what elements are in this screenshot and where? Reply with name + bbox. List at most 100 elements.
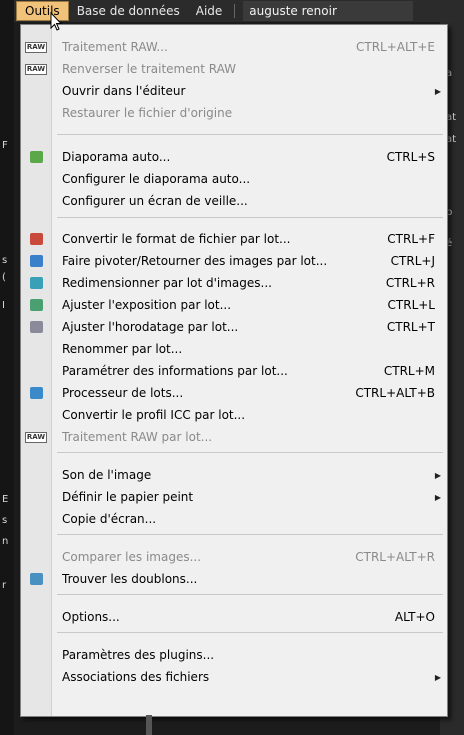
menu-item-shortcut: CTRL+F [387, 232, 435, 246]
menu-item-label: Ajuster l'exposition par lot... [62, 298, 232, 312]
menubar: Outils Base de données Aide auguste reno… [14, 0, 464, 22]
menu-item-icon-slot [21, 190, 51, 212]
raw-batch-icon: RAW [24, 431, 48, 443]
menu-item-icon-slot [21, 102, 51, 124]
bg-fragment: r [2, 580, 7, 591]
menu-item-label: Ajuster l'horodatage par lot... [62, 320, 239, 334]
menu-item[interactable]: Copie d'écran... [21, 508, 447, 530]
menu-item-icon-slot [21, 404, 51, 426]
menu-item[interactable]: Ajuster l'exposition par lot... CTRL+L [21, 294, 447, 316]
slideshow-icon [21, 146, 51, 168]
menu-separator [57, 452, 443, 453]
bg-fragment: n [2, 536, 9, 547]
menu-separator [57, 134, 443, 135]
mouse-cursor-icon [50, 12, 63, 31]
raw-revert-icon: RAW [24, 63, 48, 75]
menu-item-label: Configurer le diaporama auto... [62, 172, 251, 186]
menu-item[interactable]: Configurer un écran de veille... [21, 190, 447, 212]
menu-item[interactable]: Ouvrir dans l'éditeur ▶ [21, 80, 447, 102]
menu-separator [57, 534, 443, 535]
menu-item-label: Diaporama auto... [62, 150, 171, 164]
menu-item-icon-slot [21, 666, 51, 688]
menu-item-shortcut: ALT+O [394, 610, 435, 624]
menu-item[interactable]: Associations des fichiers ▶ [21, 666, 447, 688]
menu-item[interactable]: Paramétrer des informations par lot... CT… [21, 360, 447, 382]
menu-item-label: Ouvrir dans l'éditeur [62, 84, 186, 98]
menu-separator [57, 594, 443, 595]
exposure-icon [21, 294, 51, 316]
menu-item[interactable]: Options... ALT+O [21, 606, 447, 628]
batch-processor-icon [21, 382, 51, 404]
menu-item[interactable]: Son de l'image ▶ [21, 464, 447, 486]
submenu-arrow-icon: ▶ [434, 470, 441, 480]
search-input[interactable]: auguste renoir [243, 1, 414, 21]
raw-icon: RAW [24, 41, 48, 53]
menu-item-shortcut: CTRL+ALT+B [355, 386, 435, 400]
submenu-arrow-icon: ▶ [434, 492, 441, 502]
menu-item-label: Paramètres des plugins... [62, 648, 215, 662]
menubar-separator [234, 4, 236, 18]
menu-item-shortcut: CTRL+M [383, 364, 435, 378]
menu-item[interactable]: Restaurer le fichier d'origine [21, 102, 447, 124]
menu-item-shortcut: CTRL+L [387, 298, 435, 312]
menu-item-shortcut: CTRL+S [386, 150, 435, 164]
menu-base-de-donnees[interactable]: Base de données [69, 0, 188, 22]
menu-item-icon-slot [21, 644, 51, 666]
menu-item-label: Convertir le profil ICC par lot... [62, 408, 246, 422]
menu-item[interactable]: Diaporama auto... CTRL+S [21, 146, 447, 168]
menu-item[interactable]: Convertir le profil ICC par lot... [21, 404, 447, 426]
menu-separator [57, 217, 443, 218]
menu-item-icon-slot [21, 80, 51, 102]
bg-fragment: s [2, 255, 8, 266]
menu-item[interactable]: Ajuster l'horodatage par lot... CTRL+T [21, 316, 447, 338]
menu-aide[interactable]: Aide [188, 0, 231, 22]
menu-item-icon-slot [21, 546, 51, 568]
menu-separator [57, 632, 443, 633]
menu-item-shortcut: CTRL+J [390, 254, 435, 268]
menu-item[interactable]: Renommer par lot... [21, 338, 447, 360]
menu-item-shortcut: CTRL+ALT+R [355, 550, 435, 564]
menu-item[interactable]: Configurer le diaporama auto... [21, 168, 447, 190]
menu-item-shortcut: CTRL+ALT+E [356, 40, 435, 54]
menu-item-label: Traitement RAW... [62, 40, 168, 54]
scrollbar-fragment [146, 715, 152, 735]
menu-item-label: Renommer par lot... [62, 342, 183, 356]
menu-item[interactable]: Convertir le format de fichier par lot..… [21, 228, 447, 250]
bg-fragment: s [2, 515, 8, 526]
menu-item-label: Comparer les images... [62, 550, 202, 564]
menu-item-label: Processeur de lots... [62, 386, 184, 400]
menu-item[interactable]: RAW Traitement RAW par lot... [21, 426, 447, 448]
menu-item[interactable]: Paramètres des plugins... [21, 644, 447, 666]
menu-item[interactable]: RAW Renverser le traitement RAW [21, 58, 447, 80]
menu-item-label: Paramétrer des informations par lot... [62, 364, 288, 378]
menu-item[interactable]: Comparer les images... CTRL+ALT+R [21, 546, 447, 568]
background-left-strip: F s ( I E s n r [0, 0, 14, 735]
menu-item-label: Faire pivoter/Retourner des images par l… [62, 254, 328, 268]
timestamp-icon [21, 316, 51, 338]
menu-item-label: Copie d'écran... [62, 512, 157, 526]
menu-item-label: Renverser le traitement RAW [62, 62, 236, 76]
submenu-arrow-icon: ▶ [434, 672, 441, 682]
menu-item-icon-slot [21, 464, 51, 486]
bg-fragment: E [2, 494, 9, 505]
menu-item-icon-slot [21, 486, 51, 508]
menu-item-shortcut: CTRL+T [386, 320, 435, 334]
menu-item-label: Configurer un écran de veille... [62, 194, 248, 208]
menu-item[interactable]: Faire pivoter/Retourner des images par l… [21, 250, 447, 272]
menu-item[interactable]: Définir le papier peint ▶ [21, 486, 447, 508]
menu-item-label: Associations des fichiers [62, 670, 210, 684]
rotate-icon [21, 250, 51, 272]
resize-icon [21, 272, 51, 294]
convert-icon [21, 228, 51, 250]
menu-item-label: Traitement RAW par lot... [62, 430, 213, 444]
menu-item[interactable]: Trouver les doublons... [21, 568, 447, 590]
menu-item[interactable]: Processeur de lots... CTRL+ALT+B [21, 382, 447, 404]
menu-item[interactable]: Redimensionner par lot d'images... CTRL+R [21, 272, 447, 294]
bg-fragment: I [2, 300, 5, 311]
menu-item-label: Définir le papier peint [62, 490, 194, 504]
outils-dropdown-menu: RAW Traitement RAW... CTRL+ALT+E RAW Renvers… [20, 24, 448, 717]
duplicates-icon [21, 568, 51, 590]
menu-item[interactable]: RAW Traitement RAW... CTRL+ALT+E [21, 36, 447, 58]
menu-item-label: Restaurer le fichier d'origine [62, 106, 233, 120]
menu-item-label: Redimensionner par lot d'images... [62, 276, 272, 290]
